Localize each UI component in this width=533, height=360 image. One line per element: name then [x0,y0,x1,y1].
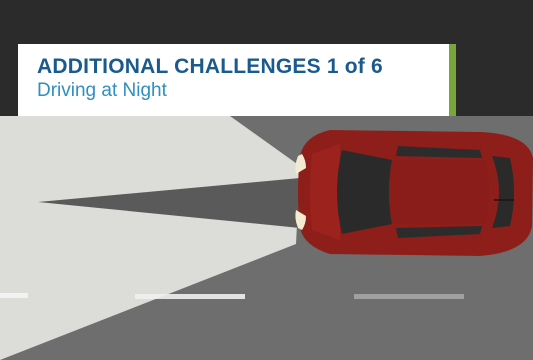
slide: ADDITIONAL CHALLENGES 1 of 6 Driving at … [0,0,533,360]
slide-title: ADDITIONAL CHALLENGES 1 of 6 [37,55,383,78]
title-card: ADDITIONAL CHALLENGES 1 of 6 Driving at … [18,44,456,116]
lane-marking [135,294,245,299]
slide-subtitle: Driving at Night [37,80,167,101]
lane-marking [0,293,28,298]
car-top-view-icon [295,130,533,256]
lane-marking [354,294,464,299]
top-bar [0,0,533,44]
scene-illustration [0,116,533,360]
title-accent-bar [449,44,456,116]
night-driving-scene [0,116,533,360]
